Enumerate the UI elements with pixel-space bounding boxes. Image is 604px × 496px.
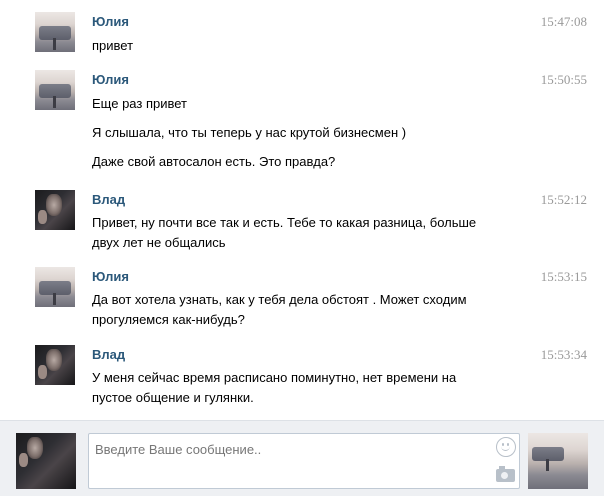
message-text: привет <box>92 38 134 53</box>
message-text: У меня сейчас время расписано поминутно,… <box>92 370 457 385</box>
message-time[interactable]: 15:53:15 <box>541 269 587 285</box>
message-author[interactable]: Юлия <box>92 269 129 284</box>
avatar[interactable] <box>35 190 75 230</box>
smile-icon[interactable] <box>496 437 516 457</box>
my-avatar[interactable] <box>16 433 76 489</box>
avatar[interactable] <box>35 267 75 307</box>
avatar[interactable] <box>35 12 75 52</box>
message-text: Еще раз привет <box>92 96 187 111</box>
message-input[interactable]: Введите Ваше сообщение.. <box>88 433 520 489</box>
message-time[interactable]: 15:47:08 <box>541 14 587 30</box>
message-text: двух лет не общались <box>92 235 226 250</box>
message-text: прогуляемся как-нибудь? <box>92 312 245 327</box>
message-time[interactable]: 15:53:34 <box>541 347 587 363</box>
message-thread: Юлия 15:47:08 привет Юлия 15:50:55 Еще р… <box>0 0 604 420</box>
camera-icon[interactable] <box>496 466 515 482</box>
message-author[interactable]: Юлия <box>92 72 129 87</box>
message-time[interactable]: 15:50:55 <box>541 72 587 88</box>
message-composer: Введите Ваше сообщение.. <box>0 420 604 496</box>
avatar[interactable] <box>35 70 75 110</box>
message-author[interactable]: Влад <box>92 347 125 362</box>
message-text: Да вот хотела узнать, как у тебя дела об… <box>92 292 467 307</box>
message-text: Привет, ну почти все так и есть. Тебе то… <box>92 215 477 230</box>
message-text: пустое общение и гулянки. <box>92 390 254 405</box>
message-author[interactable]: Влад <box>92 192 125 207</box>
message-author[interactable]: Юлия <box>92 14 129 29</box>
message-time[interactable]: 15:52:12 <box>541 192 587 208</box>
avatar[interactable] <box>35 345 75 385</box>
message-text: Я слышала, что ты теперь у нас крутой би… <box>92 125 407 140</box>
message-text: Даже свой автосалон есть. Это правда? <box>92 154 336 169</box>
peer-avatar[interactable] <box>528 433 588 489</box>
